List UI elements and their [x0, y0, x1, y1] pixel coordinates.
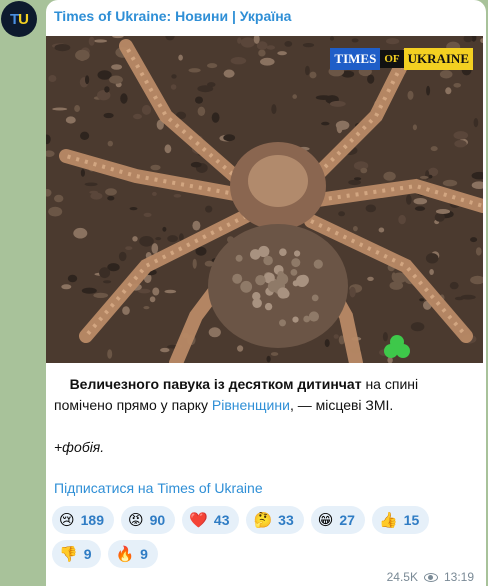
- reaction-count: 15: [403, 512, 420, 528]
- post-text: Величезного павука із десятком дитинчат …: [54, 374, 474, 458]
- reaction-angry[interactable]: 😡 90: [121, 506, 176, 534]
- grinning-face-icon: 😁: [317, 511, 334, 529]
- reaction-grinning[interactable]: 😁 27: [310, 506, 365, 534]
- reaction-count: 43: [213, 512, 230, 528]
- eye-icon: [423, 572, 438, 582]
- reaction-count: 9: [83, 546, 92, 562]
- post-text-part-2: , — місцеві ЗМІ.: [289, 397, 394, 413]
- crying-face-icon: 😢: [59, 511, 75, 529]
- spider-photo-image: [46, 36, 483, 363]
- message-meta: 24.5K 13:19: [387, 570, 474, 584]
- post-text-phobia: +фобія.: [54, 439, 105, 455]
- subscribe-link[interactable]: Підписатися на Times of Ukraine: [54, 480, 263, 496]
- message-bubble: Times of Ukraine: Новини | Україна TIMES…: [46, 0, 486, 586]
- angry-face-icon: 😡: [128, 511, 144, 529]
- watermark-ukraine: UKRAINE: [403, 48, 473, 70]
- reaction-count: 189: [80, 512, 104, 528]
- reaction-thumbs-up[interactable]: 👍 15: [371, 506, 430, 534]
- fire-icon: 🔥: [115, 545, 135, 563]
- reaction-count: 33: [278, 512, 294, 528]
- channel-avatar[interactable]: TU: [1, 1, 37, 37]
- reaction-heart[interactable]: ❤️ 43: [182, 506, 240, 534]
- thinking-face-icon: 🤔: [253, 511, 273, 529]
- thumbs-up-icon: 👍: [378, 511, 398, 529]
- view-count: 24.5K: [386, 570, 418, 584]
- post-photo[interactable]: TIMES OF UKRAINE: [46, 36, 483, 363]
- reaction-count: 90: [149, 512, 166, 528]
- avatar-letter-u: U: [18, 10, 29, 28]
- watermark-of: OF: [380, 50, 404, 68]
- message-time: 13:19: [443, 570, 474, 584]
- times-of-ukraine-watermark: TIMES OF UKRAINE: [330, 48, 473, 70]
- watermark-times: TIMES: [330, 48, 381, 70]
- channel-name-link[interactable]: Times of Ukraine: Новини | Україна: [54, 8, 291, 24]
- reaction-count: 27: [339, 512, 355, 528]
- region-link[interactable]: Рівненщини: [212, 397, 290, 413]
- thumbs-down-icon: 👎: [59, 545, 78, 563]
- reaction-thinking[interactable]: 🤔 33: [246, 506, 304, 534]
- reaction-crying[interactable]: 😢 189: [52, 506, 114, 534]
- reaction-count: 9: [140, 546, 148, 562]
- avatar-letter-t: T: [9, 10, 19, 28]
- heart-icon: ❤️: [189, 511, 208, 529]
- reactions-bar: 😢 189 😡 90 ❤️ 43 🤔 33 😁 27 👍 15 👎 9 🔥 9: [52, 506, 482, 568]
- reaction-thumbs-down[interactable]: 👎 9: [52, 540, 102, 568]
- reaction-fire[interactable]: 🔥 9: [108, 540, 158, 568]
- post-text-bold: Величезного павука із десятком дитинчат: [69, 376, 362, 392]
